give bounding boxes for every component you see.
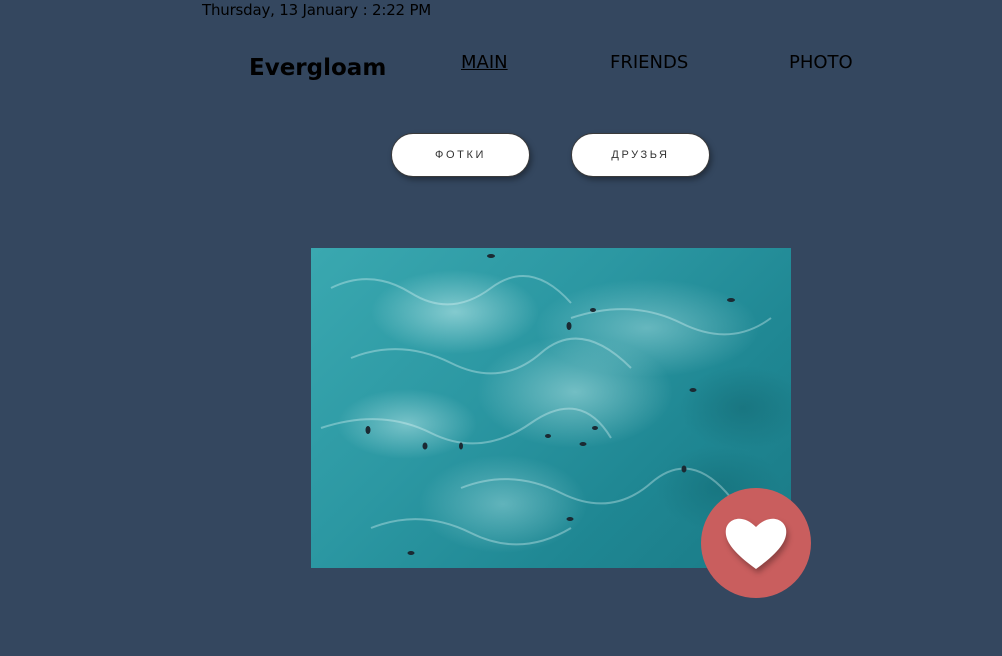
friends-button[interactable]: ДРУЗЬЯ [571, 133, 710, 177]
heart-icon [725, 518, 787, 569]
photos-button[interactable]: ФОТКИ [391, 133, 530, 177]
nav-link-main[interactable]: MAIN [461, 52, 508, 74]
nav-link-friends[interactable]: FRIENDS [610, 52, 688, 74]
site-logo[interactable]: Evergloam [249, 53, 386, 83]
datetime-label: Thursday, 13 January : 2:22 PM [202, 1, 432, 19]
nav-link-photo[interactable]: PHOTO [789, 52, 853, 74]
like-button[interactable] [701, 488, 811, 598]
